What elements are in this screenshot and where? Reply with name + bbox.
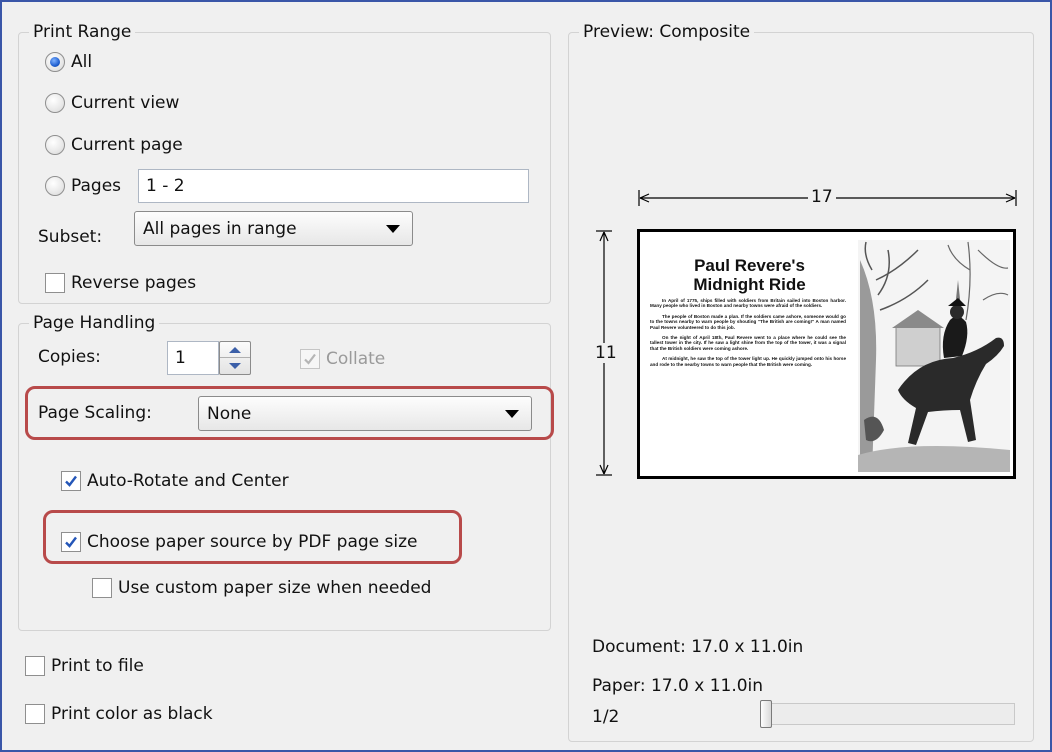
subset-label: Subset: — [38, 227, 103, 247]
article-title: Paul Revere's Midnight Ride — [662, 256, 837, 294]
preview-page-slider-thumb[interactable] — [760, 700, 772, 728]
height-dimension-label: 11 — [592, 343, 620, 363]
print-range-legend: Print Range — [29, 21, 136, 43]
copies-increment-button[interactable] — [220, 342, 250, 358]
auto-rotate-label: Auto-Rotate and Center — [87, 471, 289, 491]
article-body: In April of 1775, ships filled with sold… — [650, 298, 846, 372]
collate-checkbox[interactable] — [300, 349, 320, 369]
auto-rotate-checkbox[interactable] — [61, 471, 81, 491]
preview-page-slider[interactable] — [760, 703, 1015, 725]
article-paragraph: On the night of April 18th, Paul Revere … — [650, 335, 846, 351]
page-handling-legend: Page Handling — [29, 312, 160, 334]
chevron-down-icon — [386, 224, 400, 233]
reverse-pages-checkbox[interactable] — [45, 273, 65, 293]
subset-select-value: All pages in range — [143, 218, 297, 239]
print-to-file-checkbox[interactable] — [25, 656, 45, 676]
page-scaling-label: Page Scaling: — [38, 403, 152, 423]
article-title-line-2: Midnight Ride — [693, 275, 806, 294]
print-color-black-checkbox[interactable] — [25, 704, 45, 724]
radio-all-label: All — [71, 52, 93, 72]
print-range-group: Print Range — [18, 21, 551, 304]
pages-input[interactable]: 1 - 2 — [138, 169, 529, 203]
radio-pages[interactable]: Pages — [45, 174, 121, 198]
checkmark-icon — [304, 353, 316, 365]
radio-current-page-label: Current page — [71, 135, 183, 155]
radio-pages-label: Pages — [71, 176, 122, 196]
custom-paper-row[interactable]: Use custom paper size when needed — [92, 576, 431, 600]
radio-current-view[interactable]: Current view — [45, 91, 179, 115]
print-to-file-row[interactable]: Print to file — [25, 654, 144, 678]
print-color-black-label: Print color as black — [51, 704, 213, 724]
radio-all[interactable]: All — [45, 50, 92, 74]
paper-info-text: Paper: 17.0 x 11.0in — [592, 676, 764, 696]
radio-all-indicator[interactable] — [45, 52, 65, 72]
preview-legend: Preview: Composite — [579, 21, 755, 43]
subset-row: Subset: — [38, 225, 102, 249]
reverse-pages-label: Reverse pages — [71, 273, 197, 293]
checkmark-icon — [65, 536, 77, 548]
paper-info: Paper: 17.0 x 11.0in — [592, 674, 763, 698]
radio-current-page-indicator[interactable] — [45, 135, 65, 155]
copies-decrement-button[interactable] — [220, 358, 250, 374]
radio-current-view-indicator[interactable] — [45, 93, 65, 113]
custom-paper-label: Use custom paper size when needed — [118, 578, 432, 598]
custom-paper-checkbox[interactable] — [92, 578, 112, 598]
article-paragraph: In April of 1775, ships filled with sold… — [650, 298, 846, 309]
checkmark-icon — [65, 475, 77, 487]
document-info-text: Document: 17.0 x 11.0in — [592, 637, 804, 657]
article-title-line-1: Paul Revere's — [694, 256, 805, 275]
radio-current-view-label: Current view — [71, 93, 180, 113]
subset-select[interactable]: All pages in range — [134, 211, 413, 246]
article-paragraph: The people of Boston made a plan. If the… — [650, 313, 846, 330]
paper-source-row[interactable]: Choose paper source by PDF page size — [61, 530, 417, 554]
copies-label: Copies: — [38, 347, 101, 367]
document-info: Document: 17.0 x 11.0in — [592, 635, 803, 659]
arrow-up-icon — [229, 346, 241, 353]
collate-label: Collate — [326, 349, 386, 369]
arrow-down-icon — [229, 363, 241, 369]
page-counter: 1/2 — [592, 705, 619, 729]
width-dimension-label: 17 — [808, 187, 836, 207]
radio-current-page[interactable]: Current page — [45, 133, 183, 157]
copies-stepper[interactable] — [219, 341, 251, 375]
horse-rider-illustration — [858, 240, 1010, 472]
page-scaling-select[interactable]: None — [198, 396, 532, 431]
paper-source-checkbox[interactable] — [61, 532, 81, 552]
print-color-black-row[interactable]: Print color as black — [25, 702, 213, 726]
copies-row: Copies: — [38, 345, 101, 369]
page-scaling-value: None — [207, 403, 252, 424]
paper-source-label: Choose paper source by PDF page size — [87, 532, 418, 552]
collate-row[interactable]: Collate — [300, 347, 385, 371]
chevron-down-icon — [505, 409, 519, 418]
auto-rotate-row[interactable]: Auto-Rotate and Center — [61, 469, 289, 493]
page-scaling-row: Page Scaling: — [38, 401, 152, 425]
radio-pages-indicator[interactable] — [45, 176, 65, 196]
reverse-pages-row[interactable]: Reverse pages — [45, 271, 196, 295]
article-paragraph: At midnight, he saw the top of the tower… — [650, 356, 846, 367]
copies-input[interactable]: 1 — [167, 341, 219, 375]
preview-page: Paul Revere's Midnight Ride In April of … — [637, 229, 1016, 479]
print-to-file-label: Print to file — [51, 656, 144, 676]
page-counter-text: 1/2 — [592, 707, 620, 727]
